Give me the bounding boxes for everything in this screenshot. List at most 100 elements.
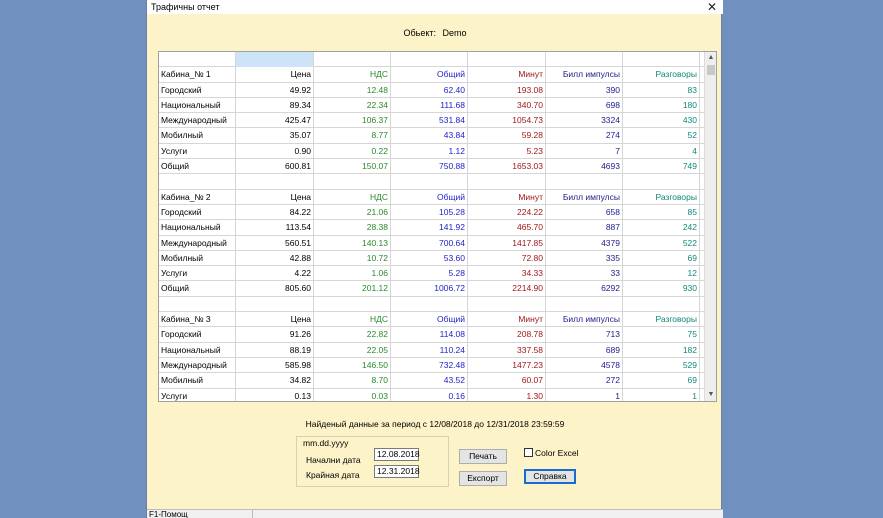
table-cell[interactable]: Минут [468,67,546,83]
table-cell[interactable]: 53.60 [391,250,468,267]
table-cell[interactable] [236,174,314,190]
table-cell[interactable]: Цена [236,312,314,328]
table-cell[interactable] [468,174,546,190]
color-excel-checkbox[interactable]: Color Excel [524,448,578,458]
table-header-row[interactable]: Кабина_№ 3 Цена НДС Общий Минут Билл импулсы Р… [159,312,705,328]
table-cell[interactable] [546,174,623,190]
table-cell[interactable]: 522 [623,235,700,251]
table-cell[interactable]: 749 [623,159,700,175]
table-cell[interactable]: Городский [159,82,236,98]
table-spacer-row[interactable] [159,296,705,313]
table-cell[interactable]: НДС [314,67,391,83]
table-row[interactable]: Услуги 4.22 1.06 5.28 34.33 33 12 [159,266,705,282]
table-cell[interactable]: 180 [623,97,700,114]
table-cell[interactable]: 10.72 [314,250,391,267]
down-arrow-icon[interactable]: ▼ [705,389,716,401]
table-cell[interactable]: 658 [546,204,623,221]
table-cell[interactable]: Национальный [159,97,236,114]
table-cell[interactable]: Общий [391,67,468,83]
table-cell[interactable]: 1477.23 [468,357,546,374]
table-cell[interactable]: 700.64 [391,235,468,251]
table-cell[interactable]: 34.33 [468,266,546,282]
table-cell[interactable]: 4693 [546,159,623,175]
table-cell[interactable]: 182 [623,342,700,358]
table-cell[interactable]: 88.19 [236,342,314,358]
table-row[interactable]: Городский 91.26 22.82 114.08 208.78 713 75 [159,327,705,343]
vertical-scrollbar[interactable]: ▲ ▼ [704,52,716,401]
table-cell[interactable]: 22.34 [314,97,391,114]
table-cell[interactable]: 0.22 [314,143,391,160]
table-cell[interactable]: 425.47 [236,113,314,129]
table-cell[interactable]: 75 [623,327,700,343]
table-cell[interactable]: 72.80 [468,250,546,267]
table-cell[interactable]: 1.12 [391,143,468,160]
table-cell[interactable]: Мобилный [159,128,236,144]
table-cell[interactable]: 105.28 [391,204,468,221]
table-cell[interactable]: 113.54 [236,220,314,236]
table-row[interactable]: Общий 600.81 150.07 750.88 1653.03 4693 749 [159,159,705,175]
table-cell[interactable]: 12 [623,266,700,282]
table-cell[interactable]: 59.28 [468,128,546,144]
table-cell[interactable]: Международный [159,357,236,374]
table-cell[interactable]: 201.12 [314,281,391,297]
table-cell[interactable]: Кабина_№ 3 [159,312,236,328]
table-row[interactable]: Мобилный 35.07 8.77 43.84 59.28 274 52 [159,128,705,144]
table-cell[interactable] [623,296,700,313]
table-cell[interactable]: 750.88 [391,159,468,175]
table-cell[interactable]: Мобилный [159,250,236,267]
table-cell[interactable]: 0.03 [314,388,391,401]
table-cell[interactable] [159,174,236,190]
table-row[interactable]: Международный 425.47 106.37 531.84 1054.73 33… [159,113,705,129]
table-cell[interactable]: 52 [623,128,700,144]
table-row[interactable]: Национальный 88.19 22.05 110.24 337.58 689 182 [159,342,705,358]
table-cell[interactable]: Билл импулсы [546,189,623,205]
table-cell[interactable]: 60.07 [468,373,546,389]
table-cell[interactable] [159,52,236,68]
table-cell[interactable]: 1417.85 [468,235,546,251]
table-cell[interactable]: 430 [623,113,700,129]
table-cell[interactable]: Минут [468,189,546,205]
table-cell[interactable] [314,296,391,313]
table-cell[interactable]: 193.08 [468,82,546,98]
table-cell[interactable]: 600.81 [236,159,314,175]
table-cell[interactable] [546,296,623,313]
print-button[interactable]: Печать [459,449,507,464]
table-header-row[interactable]: Кабина_№ 1 Цена НДС Общий Минут Билл импулсы Р… [159,67,705,83]
table-cell[interactable]: 89.34 [236,97,314,114]
table-cell[interactable]: Национальный [159,342,236,358]
table-cell[interactable]: 91.26 [236,327,314,343]
start-date-input[interactable]: 12.08.2018 [374,448,420,461]
table-cell[interactable]: 4379 [546,235,623,251]
table-cell[interactable]: 0.90 [236,143,314,160]
table-cell[interactable] [468,296,546,313]
table-cell[interactable] [623,52,700,68]
table-cell[interactable]: 2214.90 [468,281,546,297]
table-cell[interactable]: 114.08 [391,327,468,343]
table-cell[interactable]: 4.22 [236,266,314,282]
table-cell[interactable]: 0.16 [391,388,468,401]
table-cell[interactable]: 33 [546,266,623,282]
table-cell[interactable]: 1 [623,388,700,401]
table-cell[interactable] [391,296,468,313]
table-cell[interactable]: 4578 [546,357,623,374]
table-cell[interactable]: Билл импулсы [546,67,623,83]
table-cell[interactable]: Услуги [159,266,236,282]
table-cell[interactable]: Минут [468,312,546,328]
table-row[interactable]: Международный 585.98 146.50 732.48 1477.23 45… [159,357,705,374]
table-cell[interactable]: 4 [623,143,700,160]
table-cell[interactable] [314,52,391,68]
table-cell[interactable]: Услуги [159,143,236,160]
table-cell[interactable]: 111.68 [391,97,468,114]
table-cell[interactable]: 141.92 [391,220,468,236]
table-cell[interactable]: 0.13 [236,388,314,401]
table-row[interactable]: Услуги 0.90 0.22 1.12 5.23 7 4 [159,143,705,160]
table-cell[interactable]: 28.38 [314,220,391,236]
table-cell[interactable]: 1.06 [314,266,391,282]
table-row[interactable]: Международный 560.51 140.13 700.64 1417.85 43… [159,235,705,251]
table-spacer-row[interactable] [159,174,705,190]
table-cell[interactable]: Билл импулсы [546,312,623,328]
table-cell[interactable]: НДС [314,189,391,205]
table-cell[interactable]: 3324 [546,113,623,129]
table-cell[interactable]: 49.92 [236,82,314,98]
up-arrow-icon[interactable]: ▲ [705,52,716,64]
